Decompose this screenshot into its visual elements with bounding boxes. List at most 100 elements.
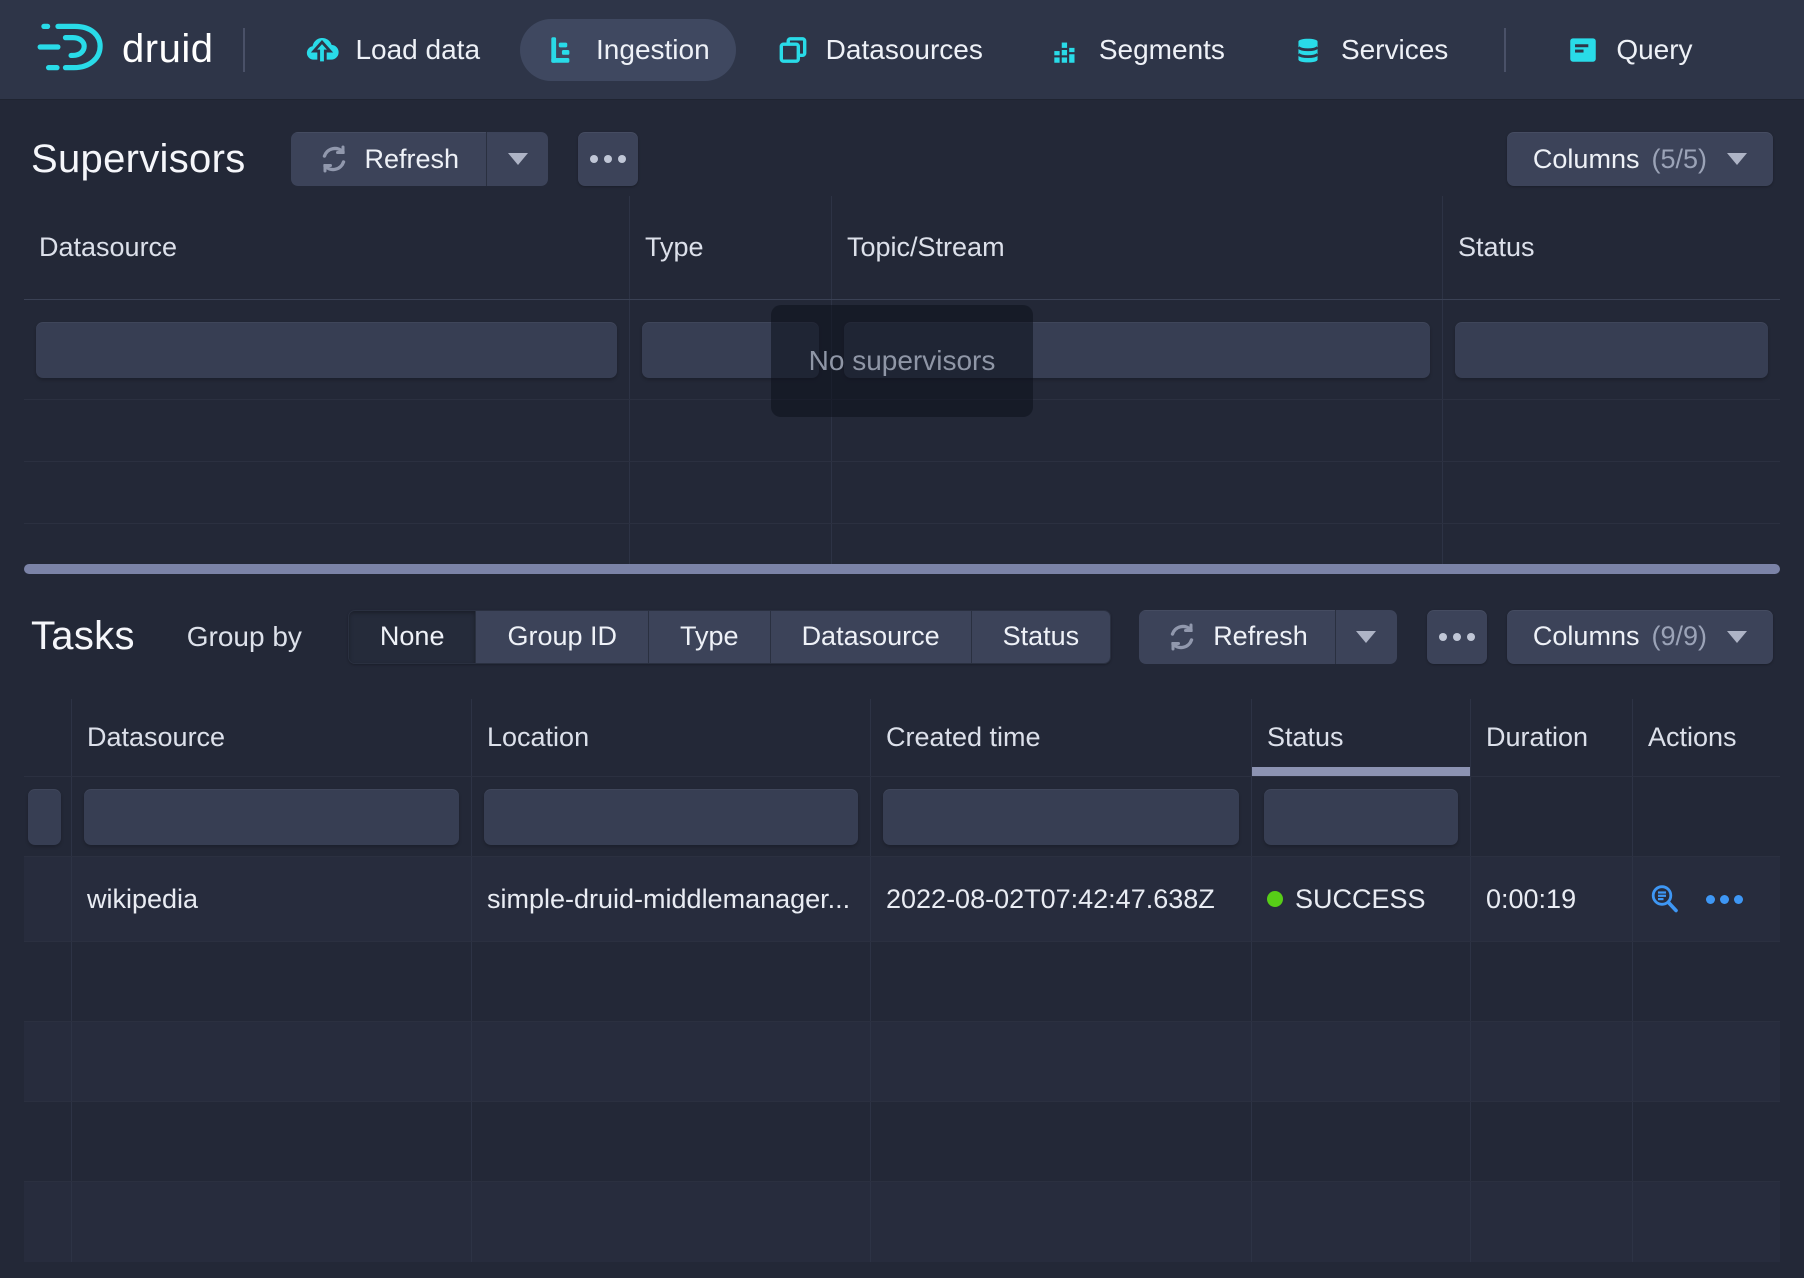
column-header-datasource[interactable]: Datasource (72, 699, 472, 776)
nav-item-label: Services (1341, 34, 1448, 66)
more-dots-icon (590, 155, 626, 163)
task-created-time-cell: 2022-08-02T07:42:47.638Z (871, 857, 1252, 941)
layers-icon (776, 33, 810, 67)
supervisors-columns-button[interactable]: Columns (5/5) (1507, 132, 1773, 186)
columns-label: Columns (1533, 621, 1640, 652)
nav-divider (1504, 28, 1506, 72)
column-header-datasource[interactable]: Datasource (24, 196, 630, 299)
columns-label: Columns (1533, 144, 1640, 175)
tasks-refresh-split-button: Refresh (1139, 610, 1397, 664)
columns-count: (9/9) (1651, 621, 1707, 652)
supervisors-refresh-split-button: Refresh (291, 132, 549, 186)
datasource-filter-input[interactable] (36, 322, 617, 378)
task-row-wikipedia[interactable]: wikipedia simple-druid-middlemanager... … (24, 857, 1780, 942)
status-success-dot (1267, 891, 1283, 907)
no-supervisors-message: No supervisors (771, 305, 1033, 417)
tasks-title: Tasks (31, 614, 135, 659)
table-row (24, 942, 1780, 1022)
task-duration-cell: 0:00:19 (1471, 857, 1633, 941)
column-header-actions[interactable]: Actions (1633, 699, 1780, 776)
created-time-filter-input[interactable] (883, 789, 1239, 845)
chevron-down-icon (508, 153, 528, 165)
nav-divider (243, 28, 245, 72)
upload-cloud-icon (305, 33, 339, 67)
nav-item-label: Query (1616, 34, 1692, 66)
column-header-blank (24, 699, 72, 776)
group-by-type-button[interactable]: Type (648, 611, 770, 663)
nav-item-label: Load data (355, 34, 480, 66)
refresh-icon (1166, 621, 1198, 653)
druid-logo[interactable]: druid (36, 17, 213, 82)
table-row (24, 462, 1780, 524)
tasks-refresh-button[interactable]: Refresh (1139, 610, 1335, 664)
datasource-filter-input[interactable] (84, 789, 459, 845)
column-header-status-sorted[interactable]: Status (1252, 699, 1471, 776)
column-header-type[interactable]: Type (630, 196, 832, 299)
nav-item-ingestion[interactable]: Ingestion (520, 19, 736, 81)
view-details-magnifier-icon[interactable] (1648, 882, 1682, 916)
refresh-icon (318, 143, 350, 175)
index-filter-input[interactable] (28, 789, 61, 845)
column-header-topic-stream[interactable]: Topic/Stream (832, 196, 1443, 299)
druid-logo-text: druid (122, 27, 213, 72)
chevron-down-icon (1727, 153, 1747, 165)
task-location-cell: simple-druid-middlemanager... (472, 857, 871, 941)
supervisors-toolbar: Supervisors Refresh Colum (0, 100, 1804, 196)
nav-item-label: Datasources (826, 34, 983, 66)
supervisors-title: Supervisors (31, 137, 246, 182)
tasks-more-button[interactable] (1427, 610, 1487, 664)
tasks-columns-button[interactable]: Columns (9/9) (1507, 610, 1773, 664)
refresh-label: Refresh (1213, 621, 1308, 652)
column-header-duration[interactable]: Duration (1471, 699, 1633, 776)
nav-item-datasources[interactable]: Datasources (750, 19, 1009, 81)
columns-count: (5/5) (1651, 144, 1707, 175)
task-datasource-cell: wikipedia (72, 857, 472, 941)
row-actions-menu-icon[interactable] (1706, 895, 1743, 904)
status-filter-input[interactable] (1455, 322, 1768, 378)
table-row (24, 1102, 1780, 1182)
druid-console: druid Load data Ingestion (0, 0, 1804, 1278)
tasks-filter-row (24, 777, 1780, 857)
column-header-label: Status (1267, 722, 1344, 753)
chevron-down-icon (1356, 631, 1376, 643)
nav-item-services[interactable]: Services (1265, 19, 1474, 81)
tasks-toolbar: Tasks Group by None Group ID Type Dataso… (0, 574, 1804, 699)
horizontal-scrollbar[interactable] (24, 564, 1780, 574)
chevron-down-icon (1727, 631, 1747, 643)
tasks-header-row: Datasource Location Created time Status … (24, 699, 1780, 777)
tasks-table: Datasource Location Created time Status … (24, 699, 1780, 1262)
location-filter-input[interactable] (484, 789, 858, 845)
supervisors-table: Datasource Type Topic/Stream Status No s… (24, 196, 1780, 564)
nav-item-label: Segments (1099, 34, 1225, 66)
tasks-refresh-dropdown[interactable] (1335, 610, 1397, 664)
group-by-datasource-button[interactable]: Datasource (770, 611, 971, 663)
supervisors-refresh-button[interactable]: Refresh (291, 132, 487, 186)
status-filter-input[interactable] (1264, 789, 1458, 845)
top-nav: druid Load data Ingestion (0, 0, 1804, 100)
group-by-none-button[interactable]: None (349, 611, 476, 663)
sort-indicator-bar (1252, 767, 1470, 776)
group-by-label: Group by (187, 621, 302, 653)
nav-item-query[interactable]: Query (1540, 19, 1718, 81)
table-row (24, 524, 1780, 564)
ingestion-chart-icon (546, 33, 580, 67)
nav-item-label: Ingestion (596, 34, 710, 66)
group-by-status-button[interactable]: Status (971, 611, 1111, 663)
more-dots-icon (1439, 633, 1475, 641)
column-header-status[interactable]: Status (1443, 196, 1780, 299)
query-document-icon (1566, 33, 1600, 67)
nav-item-segments[interactable]: Segments (1023, 19, 1251, 81)
druid-logo-icon (36, 17, 108, 82)
segments-bar-chart-icon (1049, 33, 1083, 67)
refresh-label: Refresh (365, 144, 460, 175)
supervisors-more-button[interactable] (578, 132, 638, 186)
status-label: SUCCESS (1295, 884, 1426, 915)
group-by-group-id-button[interactable]: Group ID (475, 611, 648, 663)
task-status-cell: SUCCESS (1252, 857, 1471, 941)
column-header-location[interactable]: Location (472, 699, 871, 776)
supervisors-refresh-dropdown[interactable] (486, 132, 548, 186)
group-by-button-group: None Group ID Type Datasource Status (348, 610, 1111, 664)
task-actions-cell (1633, 857, 1780, 941)
nav-item-load-data[interactable]: Load data (279, 19, 506, 81)
column-header-created-time[interactable]: Created time (871, 699, 1252, 776)
